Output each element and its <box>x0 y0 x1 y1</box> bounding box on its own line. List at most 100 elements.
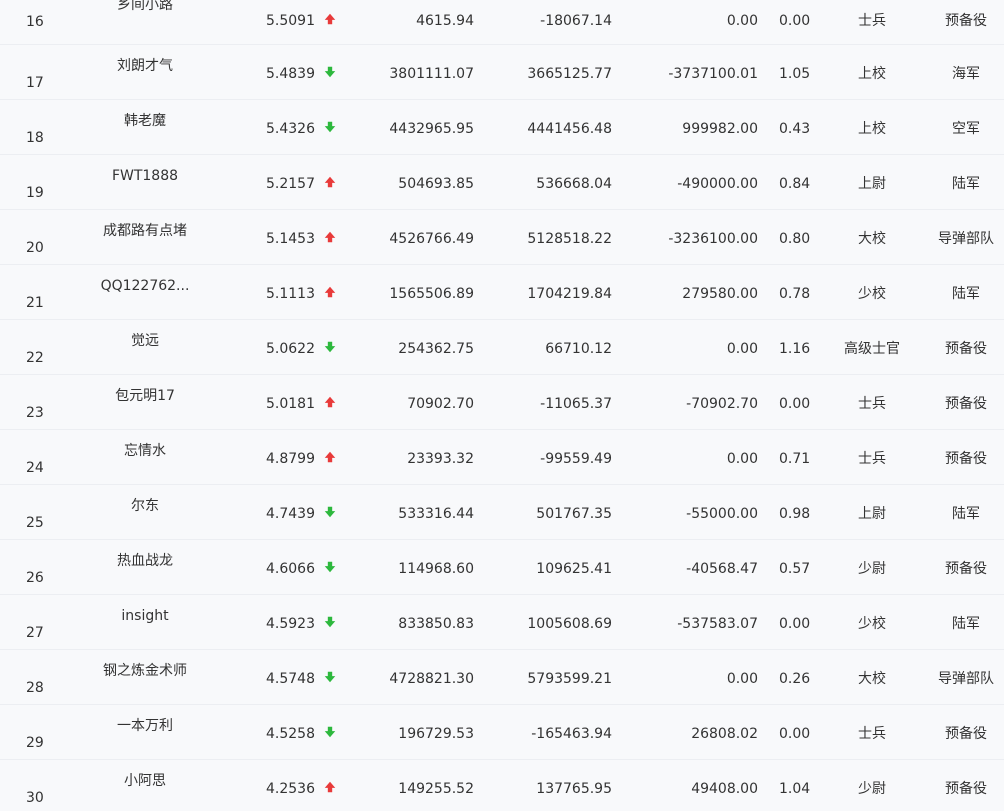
value-2-cell: 5128518.22 <box>527 231 612 247</box>
arrow-up-icon <box>323 285 339 301</box>
table-row[interactable]: 25 尔东 4.7439 533316.44 501767.35 -55000.00 0.9… <box>0 485 1004 540</box>
ratio-cell: 0.71 <box>779 451 811 467</box>
table-row[interactable]: 20 成都路有点堵 5.1453 4526766.49 5128518.22 -32361… <box>0 210 1004 265</box>
table-row[interactable]: 17 刘朗才气 5.4839 3801111.07 3665125.77 -3737100… <box>0 45 1004 100</box>
military-rank-cell: 上尉 <box>858 506 886 522</box>
arrow-down-icon <box>323 120 339 136</box>
table-row[interactable]: 16 乡间小路 5.5091 4615.94 -18067.14 0.00 0.00 士兵 预备… <box>0 0 1004 45</box>
branch-cell: 陆军 <box>952 286 980 302</box>
player-name-link[interactable]: 钢之炼金术师 <box>84 662 206 680</box>
score-cell: 4.8799 <box>266 451 315 467</box>
value-2-cell: 66710.12 <box>545 341 612 357</box>
military-rank-cell: 少尉 <box>858 781 886 797</box>
arrow-down-icon <box>323 505 339 521</box>
player-name-link[interactable]: 韩老魔 <box>84 112 206 130</box>
player-name-link[interactable]: 一本万利 <box>84 717 206 735</box>
player-name-link[interactable]: 成都路有点堵 <box>84 222 206 240</box>
branch-cell: 预备役 <box>945 341 987 357</box>
value-3-cell: -537583.07 <box>677 616 758 632</box>
rank-cell: 20 <box>26 240 44 256</box>
table-row[interactable]: 23 包元明17 5.0181 70902.70 -11065.37 -70902.70 0… <box>0 375 1004 430</box>
value-1-cell: 4728821.30 <box>389 671 474 687</box>
rank-cell: 16 <box>26 14 44 30</box>
player-name-link[interactable]: 忘情水 <box>84 442 206 460</box>
arrow-up-icon <box>323 230 339 246</box>
branch-cell: 导弹部队 <box>938 671 994 687</box>
branch-cell: 海军 <box>952 66 980 82</box>
military-rank-cell: 少尉 <box>858 561 886 577</box>
arrow-down-icon <box>323 340 339 356</box>
value-3-cell: -40568.47 <box>686 561 758 577</box>
military-rank-cell: 士兵 <box>858 726 886 742</box>
branch-cell: 预备役 <box>945 451 987 467</box>
player-name-link[interactable]: 乡间小路 <box>84 0 206 14</box>
player-name-link[interactable]: 热血战龙 <box>84 552 206 570</box>
value-2-cell: 4441456.48 <box>527 121 612 137</box>
military-rank-cell: 大校 <box>858 231 886 247</box>
branch-cell: 陆军 <box>952 616 980 632</box>
player-name-link[interactable]: 觉远 <box>84 332 206 350</box>
table-row[interactable]: 24 忘情水 4.8799 23393.32 -99559.49 0.00 0.71 士兵 预备… <box>0 430 1004 485</box>
value-1-cell: 833850.83 <box>398 616 474 632</box>
military-rank-cell: 士兵 <box>858 451 886 467</box>
arrow-up-icon <box>323 780 339 796</box>
ranking-table: 16 乡间小路 5.5091 4615.94 -18067.14 0.00 0.00 士兵 预备… <box>0 0 1004 811</box>
arrow-up-icon <box>323 175 339 191</box>
score-cell: 4.5748 <box>266 671 315 687</box>
value-1-cell: 70902.70 <box>407 396 474 412</box>
player-name-link[interactable]: QQ122762... <box>84 277 206 295</box>
value-2-cell: 137765.95 <box>536 781 612 797</box>
value-2-cell: 536668.04 <box>536 176 612 192</box>
branch-cell: 预备役 <box>945 781 987 797</box>
value-1-cell: 4615.94 <box>416 13 474 29</box>
score-cell: 4.7439 <box>266 506 315 522</box>
player-name-link[interactable]: insight <box>84 607 206 625</box>
table-row[interactable]: 30 小阿思 4.2536 149255.52 137765.95 49408.00 1.0… <box>0 760 1004 811</box>
table-row[interactable]: 22 觉远 5.0622 254362.75 66710.12 0.00 1.16 高级士官 预… <box>0 320 1004 375</box>
value-3-cell: 0.00 <box>726 341 758 357</box>
player-name-link[interactable]: 尔东 <box>84 497 206 515</box>
table-row[interactable]: 26 热血战龙 4.6066 114968.60 109625.41 -40568.47 0… <box>0 540 1004 595</box>
rank-cell: 17 <box>26 75 44 91</box>
value-2-cell: 109625.41 <box>536 561 612 577</box>
branch-cell: 空军 <box>952 121 980 137</box>
score-cell: 5.0622 <box>266 341 315 357</box>
score-cell: 5.5091 <box>266 13 315 29</box>
value-1-cell: 114968.60 <box>398 561 474 577</box>
ratio-cell: 1.04 <box>779 781 811 797</box>
value-2-cell: -18067.14 <box>540 13 612 29</box>
table-row[interactable]: 18 韩老魔 5.4326 4432965.95 4441456.48 999982.00… <box>0 100 1004 155</box>
value-1-cell: 504693.85 <box>398 176 474 192</box>
value-1-cell: 23393.32 <box>407 451 474 467</box>
branch-cell: 导弹部队 <box>938 231 994 247</box>
score-cell: 5.0181 <box>266 396 315 412</box>
value-2-cell: 3665125.77 <box>527 66 612 82</box>
table-row[interactable]: 29 一本万利 4.5258 196729.53 -165463.94 26808.02 0… <box>0 705 1004 760</box>
arrow-up-icon <box>323 12 339 28</box>
ratio-cell: 1.05 <box>779 66 811 82</box>
value-1-cell: 3801111.07 <box>389 66 474 82</box>
branch-cell: 预备役 <box>945 726 987 742</box>
value-3-cell: 0.00 <box>726 13 758 29</box>
player-name-link[interactable]: 刘朗才气 <box>84 57 206 75</box>
military-rank-cell: 少校 <box>858 616 886 632</box>
value-1-cell: 533316.44 <box>398 506 474 522</box>
ratio-cell: 0.00 <box>779 396 811 412</box>
player-name-link[interactable]: FWT1888 <box>84 167 206 185</box>
ratio-cell: 0.84 <box>779 176 811 192</box>
rank-cell: 22 <box>26 350 44 366</box>
table-row[interactable]: 21 QQ122762... 5.1113 1565506.89 1704219.84 2… <box>0 265 1004 320</box>
ratio-cell: 0.43 <box>779 121 811 137</box>
value-3-cell: -490000.00 <box>677 176 758 192</box>
arrow-down-icon <box>323 725 339 741</box>
table-row[interactable]: 19 FWT1888 5.2157 504693.85 536668.04 -490000… <box>0 155 1004 210</box>
rank-cell: 19 <box>26 185 44 201</box>
player-name-link[interactable]: 小阿思 <box>84 772 206 790</box>
branch-cell: 预备役 <box>945 13 987 29</box>
player-name-link[interactable]: 包元明17 <box>84 387 206 405</box>
value-2-cell: -99559.49 <box>540 451 612 467</box>
table-row[interactable]: 27 insight 4.5923 833850.83 1005608.69 -53758… <box>0 595 1004 650</box>
ratio-cell: 0.78 <box>779 286 811 302</box>
table-row[interactable]: 28 钢之炼金术师 4.5748 4728821.30 5793599.21 0.00 0.… <box>0 650 1004 705</box>
rank-cell: 21 <box>26 295 44 311</box>
